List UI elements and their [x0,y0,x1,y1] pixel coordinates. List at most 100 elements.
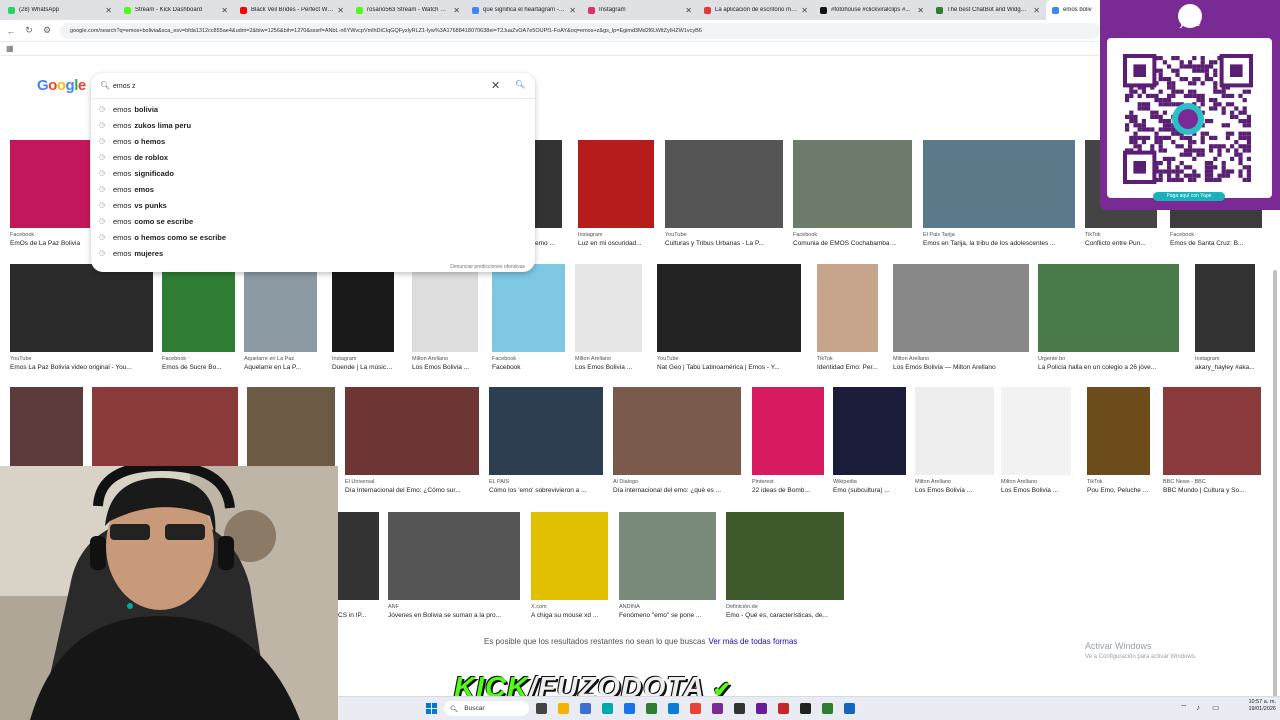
result-source[interactable]: Urgente.bo [1038,356,1179,362]
result-thumbnail[interactable] [388,512,520,600]
browser-tab[interactable]: Black Veil Brides - Perfect Weapon✕ [234,0,350,20]
file-explorer-icon[interactable] [558,703,569,714]
result-source[interactable]: Instagram [1195,356,1255,362]
result-title[interactable]: Cómo los 'emo' sobrevivieron a ... [489,487,603,494]
windows-start-icon[interactable] [426,703,437,714]
google-logo[interactable]: Google [37,77,86,94]
app-icon[interactable] [756,703,767,714]
result-title[interactable]: Los Emos Bolivia ... [915,487,994,494]
edge-icon[interactable] [602,703,613,714]
result-source[interactable]: Aquelarre en La Paz [244,356,317,362]
result-source[interactable]: YouTube [665,232,783,238]
mail-icon[interactable] [624,703,635,714]
result-title[interactable]: Día Internacional del Emo: ¿Cómo sur... [345,487,479,494]
see-more-link[interactable]: Ver más de todas formas [708,637,797,646]
report-predictions-link[interactable]: Denunciar predicciones ofensivas [450,264,525,270]
result-source[interactable]: Facebook [793,232,912,238]
result-title[interactable]: Emos en Tarija, la tribu de los adolesce… [923,240,1075,247]
result-source[interactable]: YouTube [657,356,801,362]
result-thumbnail[interactable] [657,264,801,352]
apps-icon[interactable]: ▦ [6,44,14,53]
suggestion-item[interactable]: ◷ emos mujeres [91,245,535,261]
browser-tab[interactable]: The best ChatBot and Widgets... ✕ [930,0,1046,20]
result-thumbnail[interactable] [1195,264,1255,352]
site-info-icon[interactable]: ⚙ [42,25,52,36]
browser-tab[interactable]: Stream - Kick Dashboard ✕ [118,0,234,20]
suggestion-item[interactable]: ◷ emos vs punks [91,197,535,213]
suggestion-item[interactable]: ◷ emos de roblox [91,149,535,165]
result-title[interactable]: Luz en mi oscuridad... [578,240,654,247]
result-thumbnail[interactable] [92,387,238,475]
result-source[interactable]: Al Dialogo [613,479,741,485]
battery-icon[interactable]: ▭ [1212,703,1220,712]
result-title[interactable]: Los Emos Bolivia ... [1001,487,1071,494]
result-source[interactable]: Pinterest [752,479,824,485]
result-thumbnail[interactable] [412,264,478,352]
result-thumbnail[interactable] [915,387,994,475]
result-title[interactable]: emo ... [535,240,562,247]
browser-tab[interactable]: rosario563 Stream - Watch Live ✕ [350,0,466,20]
result-title[interactable]: akary_hayley #aka... [1195,364,1255,371]
result-thumbnail[interactable] [489,387,603,475]
browser-tab[interactable]: La aplicación de escritorio más... ✕ [698,0,814,20]
result-thumbnail[interactable] [1001,387,1071,475]
tab-close-icon[interactable]: ✕ [221,6,228,15]
browser-tab[interactable]: que significa el heartagram - Buscar ✕ [466,0,582,20]
tab-close-icon[interactable]: ✕ [569,6,576,15]
result-source[interactable]: X.com [531,604,608,610]
result-thumbnail[interactable] [244,264,317,352]
tab-close-icon[interactable]: ✕ [453,6,460,15]
result-thumbnail[interactable] [893,264,1029,352]
suggestion-item[interactable]: ◷ emos como se escribe [91,213,535,229]
app-icon[interactable] [822,703,833,714]
result-title[interactable]: Los Emos Bolivia ... [412,364,478,371]
result-title[interactable]: Emos de Santa Cruz: B... [1170,240,1262,247]
app-icon[interactable] [646,703,657,714]
result-title[interactable]: 22 ideas de Bomb... [752,487,824,494]
address-bar[interactable]: google.com/search?q=emos+bolivia&sca_esv… [60,22,1100,39]
result-source[interactable]: Instagram [578,232,654,238]
settings-icon[interactable] [668,703,679,714]
search-submit-icon[interactable]: 🔍︎ [515,80,525,89]
result-source[interactable]: Milton Arellano [575,356,642,362]
result-thumbnail[interactable] [619,512,716,600]
result-title[interactable]: Identidad Emo: Per... [817,364,878,371]
result-thumbnail[interactable] [535,140,562,228]
result-source[interactable]: Facebook [1170,232,1262,238]
result-source[interactable]: Milton Arellano [1001,479,1071,485]
taskbar-search[interactable]: 🔍︎ Buscar [444,701,529,716]
result-title[interactable]: La Policía halla en un colegio a 26 jóve… [1038,364,1179,371]
result-thumbnail[interactable] [793,140,912,228]
tab-close-icon[interactable]: ✕ [801,6,808,15]
tab-close-icon[interactable]: ✕ [1033,6,1040,15]
result-source[interactable]: El Universal [345,479,479,485]
suggestion-item[interactable]: ◷ emos zukos lima peru [91,117,535,133]
result-title[interactable]: Conflicto entre Pun... [1085,240,1157,247]
result-thumbnail[interactable] [10,140,90,228]
result-title[interactable]: Los Emos Bolivia — Milton Arellano [893,364,1029,371]
suggestion-item[interactable]: ◷ emos emos [91,181,535,197]
tab-close-icon[interactable]: ✕ [917,6,924,15]
result-source[interactable]: TikTok [817,356,878,362]
clear-icon[interactable]: ✕ [491,79,500,92]
result-thumbnail[interactable] [665,140,783,228]
result-thumbnail[interactable] [338,512,379,600]
tab-close-icon[interactable]: ✕ [685,6,692,15]
result-source[interactable]: YouTube [10,356,153,362]
suggestion-item[interactable]: ◷ emos o hemos como se escribe [91,229,535,245]
result-thumbnail[interactable] [833,387,906,475]
result-thumbnail[interactable] [726,512,844,600]
result-title[interactable]: Duende | La música... [332,364,394,371]
result-source[interactable]: EL PAÍS [489,479,603,485]
result-thumbnail[interactable] [531,512,608,600]
result-title[interactable]: A chiga su mouse xd ... [531,612,608,619]
result-source[interactable]: ANF [388,604,520,610]
browser-tab[interactable]: (28) WhatsApp ✕ [2,0,118,20]
page-scrollbar[interactable] [1272,60,1278,704]
result-thumbnail[interactable] [1163,387,1261,475]
result-thumbnail[interactable] [613,387,741,475]
result-title[interactable]: Jóvenes en Bolivia se suman a la pro... [388,612,520,619]
result-thumbnail[interactable] [817,264,878,352]
result-thumbnail[interactable] [923,140,1075,228]
store-icon[interactable] [580,703,591,714]
